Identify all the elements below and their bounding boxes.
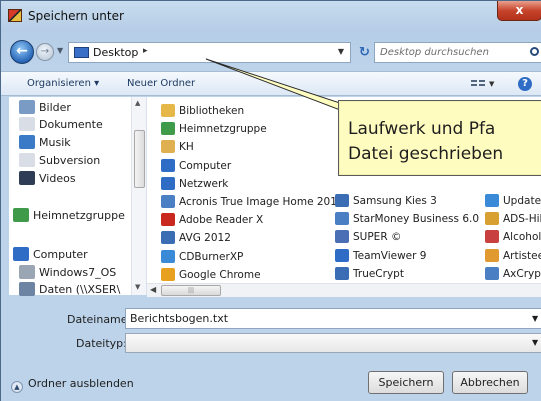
callout-line-2: Datei geschrieben [348, 144, 504, 164]
save-as-dialog: Speichern unter x ← → ▼ Desktop ▸ ▼ ↻ De… [0, 0, 541, 401]
callout-text: Laufwerk und Pfa Datei geschrieben [348, 117, 503, 167]
annotation-callout: Laufwerk und Pfa Datei geschrieben [338, 100, 541, 176]
callout-pointer [205, 58, 349, 114]
callout-line-1: Laufwerk und Pfa [348, 119, 496, 139]
